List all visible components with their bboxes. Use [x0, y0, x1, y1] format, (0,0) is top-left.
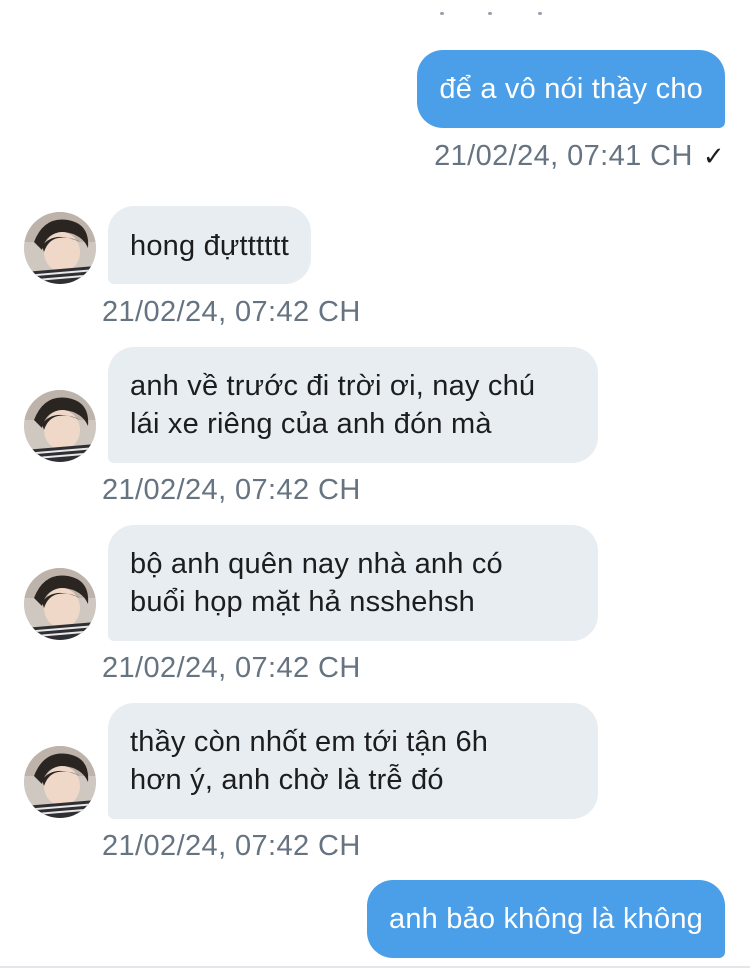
incoming-message-bubble[interactable]: anh về trước đi trời ơi, nay chú lái xe … [108, 347, 598, 463]
outgoing-message-bubble[interactable]: để a vô nói thầy cho [417, 50, 725, 128]
message-text: hong đựtttttt [130, 230, 290, 262]
message-text-line: anh về trước đi trời ơi, nay chú [130, 370, 536, 402]
message-text-line: bộ anh quên nay nhà anh có [130, 548, 503, 580]
message-text-line: lái xe riêng của anh đón mà [130, 408, 492, 440]
contact-avatar[interactable] [24, 746, 96, 818]
incoming-message-bubble[interactable]: thầy còn nhốt em tới tận 6h hơn ý, anh c… [108, 703, 598, 819]
incoming-message-bubble[interactable]: hong đựtttttt [108, 206, 312, 284]
contact-avatar[interactable] [24, 212, 96, 284]
message-text-line: thầy còn nhốt em tới tận 6h [130, 726, 489, 758]
composer-divider [0, 966, 750, 968]
chat-thread: để a vô nói thầy cho 21/02/24, 07:41 CH ✓… [0, 0, 750, 976]
message-text-line: buổi họp mặt hả nsshehsh [130, 586, 475, 618]
avatar-photo [24, 212, 96, 284]
avatar-photo [24, 746, 96, 818]
message-timestamp: 21/02/24, 07:41 CH ✓ [434, 140, 725, 172]
outgoing-message-bubble[interactable]: anh bảo không là không [367, 880, 725, 958]
contact-avatar[interactable] [24, 390, 96, 462]
incoming-message-bubble[interactable]: bộ anh quên nay nhà anh có buổi họp mặt … [108, 525, 598, 641]
avatar-photo [24, 390, 96, 462]
contact-avatar[interactable] [24, 568, 96, 640]
avatar-photo [24, 568, 96, 640]
message-text: anh bảo không là không [389, 903, 703, 935]
message-text-line: hơn ý, anh chờ là trễ đó [130, 764, 444, 796]
message-timestamp: 21/02/24, 07:42 CH [102, 296, 361, 328]
check-icon: ✓ [702, 141, 725, 171]
message-timestamp: 21/02/24, 07:42 CH [102, 474, 361, 506]
top-scroll-edge [0, 0, 750, 22]
message-timestamp: 21/02/24, 07:42 CH [102, 830, 361, 862]
message-text: để a vô nói thầy cho [439, 73, 703, 105]
message-timestamp: 21/02/24, 07:42 CH [102, 652, 361, 684]
